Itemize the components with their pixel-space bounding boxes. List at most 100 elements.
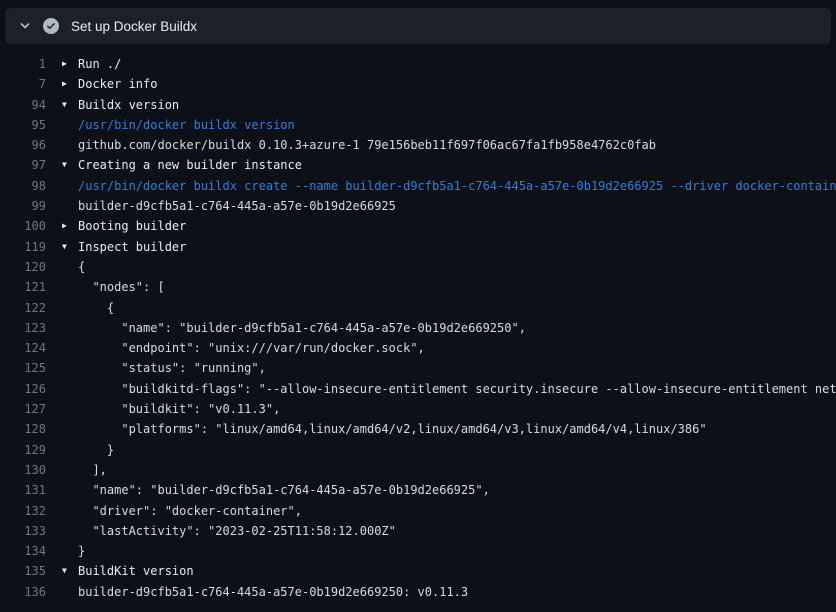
arrow-spacer (62, 338, 78, 358)
output-text: { (78, 298, 114, 318)
log-group-header-row[interactable]: 7 ▶Docker info (0, 74, 836, 94)
log-group-header-row[interactable]: 94 ▼Buildx version (0, 95, 836, 115)
log-line: 95/usr/bin/docker buildx version (0, 115, 836, 135)
arrow-spacer (62, 440, 78, 460)
output-text: "lastActivity": "2023-02-25T11:58:12.000… (78, 521, 396, 541)
command-text: /usr/bin/docker buildx create --name bui… (78, 176, 836, 196)
line-number: 119 (0, 237, 46, 257)
arrow-spacer (62, 541, 78, 561)
output-text: builder-d9cfb5a1-c764-445a-a57e-0b19d2e6… (78, 196, 396, 216)
line-number: 98 (0, 176, 46, 196)
arrow-spacer (62, 298, 78, 318)
log-line: 99builder-d9cfb5a1-c764-445a-a57e-0b19d2… (0, 196, 836, 216)
log-line: 132 "driver": "docker-container", (0, 501, 836, 521)
group-title: Buildx version (78, 95, 179, 115)
arrow-spacer (62, 257, 78, 277)
line-number: 128 (0, 419, 46, 439)
group-title: BuildKit version (78, 561, 194, 581)
output-text: github.com/docker/buildx 0.10.3+azure-1 … (78, 135, 656, 155)
chevron-down-icon[interactable] (17, 18, 33, 34)
output-text: builder-d9cfb5a1-c764-445a-a57e-0b19d2e6… (78, 582, 468, 602)
output-text: } (78, 541, 85, 561)
triangle-down-icon[interactable]: ▼ (62, 237, 78, 257)
output-text: ], (78, 460, 107, 480)
output-text: "nodes": [ (78, 277, 165, 297)
arrow-spacer (62, 521, 78, 541)
arrow-spacer (62, 318, 78, 338)
line-number: 129 (0, 440, 46, 460)
log-line: 125 "status": "running", (0, 358, 836, 378)
arrow-spacer (62, 460, 78, 480)
log-line: 98/usr/bin/docker buildx create --name b… (0, 176, 836, 196)
output-text: "buildkit": "v0.11.3", (78, 399, 280, 419)
line-number: 134 (0, 541, 46, 561)
command-text: /usr/bin/docker buildx version (78, 115, 295, 135)
log-line: 134} (0, 541, 836, 561)
group-title: Booting builder (78, 216, 186, 236)
line-number: 120 (0, 257, 46, 277)
log-group-header-row[interactable]: 100 ▶Booting builder (0, 216, 836, 236)
log-line: 130 ], (0, 460, 836, 480)
log-line: 136 builder-d9cfb5a1-c764-445a-a57e-0b19d… (0, 582, 836, 602)
step-header[interactable]: Set up Docker Buildx (5, 8, 831, 44)
output-text: { (78, 257, 85, 277)
log-container: 1▶Run ./7▶Docker info94▼Buildx version95… (0, 44, 836, 602)
line-number: 95 (0, 115, 46, 135)
arrow-spacer (62, 480, 78, 500)
line-number: 100 (0, 216, 46, 236)
arrow-spacer (62, 176, 78, 196)
log-line: 122 { (0, 298, 836, 318)
line-number: 125 (0, 358, 46, 378)
line-number: 133 (0, 521, 46, 541)
line-number: 136 (0, 582, 46, 602)
line-number: 123 (0, 318, 46, 338)
output-text: "name": "builder-d9cfb5a1-c764-445a-a57e… (78, 480, 490, 500)
arrow-spacer (62, 399, 78, 419)
log-line: 126 "buildkitd-flags": "--allow-insecure… (0, 379, 836, 399)
line-number: 126 (0, 379, 46, 399)
triangle-down-icon[interactable]: ▼ (62, 155, 78, 175)
step-title: Set up Docker Buildx (71, 19, 197, 34)
log-group-header-row[interactable]: 97▼Creating a new builder instance (0, 155, 836, 175)
arrow-spacer (62, 196, 78, 216)
check-circle-icon (43, 18, 59, 34)
group-title: Inspect builder (78, 237, 186, 257)
triangle-down-icon[interactable]: ▼ (62, 561, 78, 581)
triangle-right-icon[interactable]: ▶ (62, 216, 78, 236)
line-number: 97 (0, 155, 46, 175)
line-number: 1 (0, 54, 46, 74)
line-number: 124 (0, 338, 46, 358)
line-number: 131 (0, 480, 46, 500)
log-line: 128 "platforms": "linux/amd64,linux/amd6… (0, 419, 836, 439)
log-group-header-row[interactable]: 119 ▼Inspect builder (0, 237, 836, 257)
log-group-header-row[interactable]: 135▼BuildKit version (0, 561, 836, 581)
output-text: "status": "running", (78, 358, 266, 378)
line-number: 7 (0, 74, 46, 94)
log-group-header-row[interactable]: 1 ▶Run ./ (0, 54, 836, 74)
output-text: "driver": "docker-container", (78, 501, 302, 521)
arrow-spacer (62, 135, 78, 155)
arrow-spacer (62, 277, 78, 297)
triangle-right-icon[interactable]: ▶ (62, 54, 78, 74)
output-text: "platforms": "linux/amd64,linux/amd64/v2… (78, 419, 707, 439)
log-line: 96 github.com/docker/buildx 0.10.3+azure-… (0, 135, 836, 155)
line-number: 122 (0, 298, 46, 318)
group-title: Run ./ (78, 54, 121, 74)
triangle-down-icon[interactable]: ▼ (62, 95, 78, 115)
triangle-right-icon[interactable]: ▶ (62, 74, 78, 94)
line-number: 96 (0, 135, 46, 155)
arrow-spacer (62, 419, 78, 439)
output-text: "name": "builder-d9cfb5a1-c764-445a-a57e… (78, 318, 526, 338)
group-title: Docker info (78, 74, 157, 94)
output-text: "endpoint": "unix:///var/run/docker.sock… (78, 338, 425, 358)
log-line: 129 } (0, 440, 836, 460)
log-line: 124 "endpoint": "unix:///var/run/docker.… (0, 338, 836, 358)
arrow-spacer (62, 582, 78, 602)
line-number: 94 (0, 95, 46, 115)
arrow-spacer (62, 358, 78, 378)
line-number: 132 (0, 501, 46, 521)
output-text: "buildkitd-flags": "--allow-insecure-ent… (78, 379, 836, 399)
log-line: 120 { (0, 257, 836, 277)
log-line: 121 "nodes": [ (0, 277, 836, 297)
line-number: 127 (0, 399, 46, 419)
